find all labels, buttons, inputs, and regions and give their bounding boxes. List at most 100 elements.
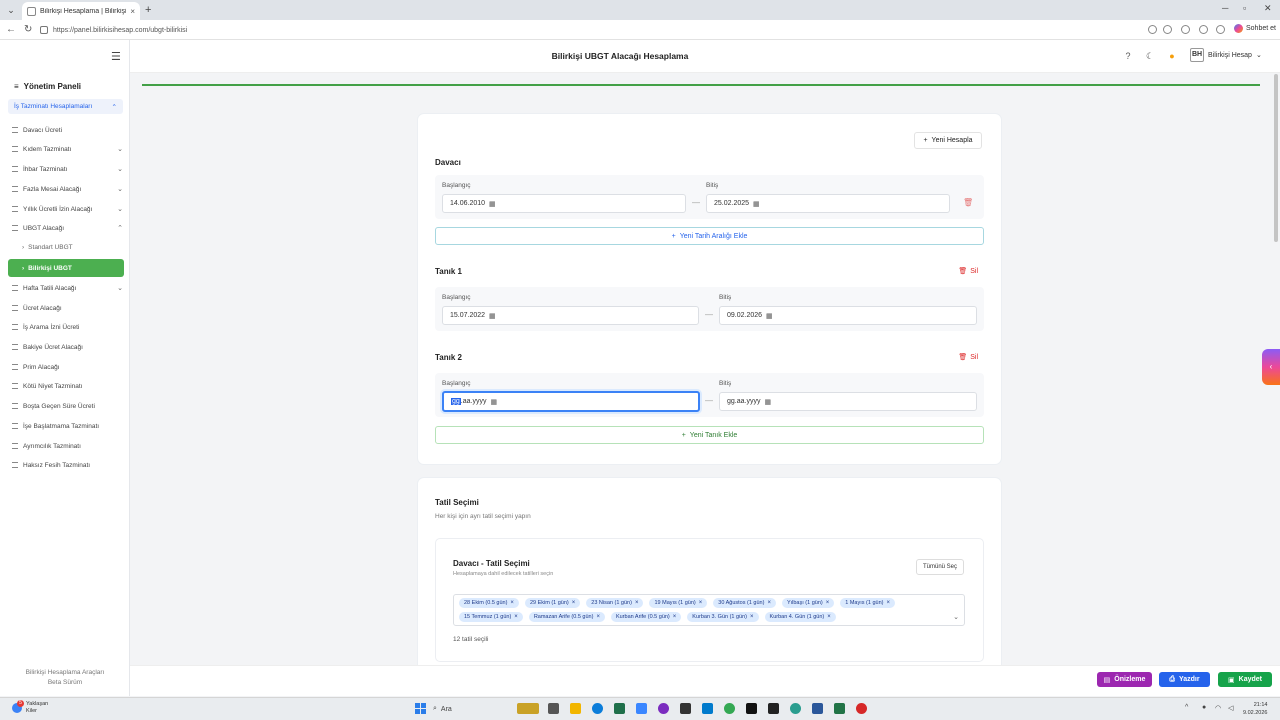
sidebar-subitem-standart-ubgt[interactable]: › Standart UBGT — [22, 244, 73, 251]
calendar-icon[interactable]: ▦ — [764, 398, 771, 406]
more-icon[interactable] — [1216, 25, 1225, 34]
app-icon[interactable] — [680, 703, 691, 714]
profile-icon[interactable] — [1199, 25, 1208, 34]
tray-chevron-icon[interactable]: ^ — [1185, 704, 1188, 711]
remove-chip-icon[interactable]: × — [886, 600, 890, 606]
sidebar-item[interactable]: İş Arama İzni Ücreti — [12, 320, 123, 334]
save-button[interactable]: ▣ Kaydet — [1218, 672, 1272, 687]
holiday-multiselect[interactable]: 28 Ekim (0.5 gün) × 29 Ekim (1 gün) × 23 N… — [453, 594, 965, 626]
sidebar-item[interactable]: Kıdem Tazminatı ⌄ — [12, 142, 123, 156]
edge-icon[interactable] — [592, 703, 603, 714]
reload-icon[interactable]: ↻ — [24, 24, 32, 36]
tanik-1-start-date-input[interactable]: 15.07.2022 ▦ — [442, 306, 699, 325]
favorite-icon[interactable] — [1163, 25, 1172, 34]
sidebar-item[interactable]: Davacı Ücreti — [12, 123, 123, 137]
sidebar-item[interactable]: Yıllık Ücretli İzin Alacağı ⌄ — [12, 202, 123, 216]
help-icon[interactable]: ? — [1123, 51, 1133, 61]
system-clock[interactable]: 21:14 9.02.2026 — [1243, 701, 1267, 717]
remove-chip-icon[interactable]: × — [750, 614, 754, 620]
add-date-range-button[interactable]: + Yeni Tarih Aralığı Ekle — [435, 227, 984, 245]
app-icon[interactable] — [856, 703, 867, 714]
taskbar-search[interactable]: ⌕ Ara — [433, 702, 513, 716]
new-tab-button[interactable]: + — [145, 3, 151, 17]
app-icon[interactable] — [768, 703, 779, 714]
remove-chip-icon[interactable]: × — [767, 600, 771, 606]
calendar-icon[interactable]: ▦ — [489, 312, 496, 320]
app-icon[interactable] — [636, 703, 647, 714]
dark-mode-icon[interactable]: ☾ — [1145, 51, 1155, 61]
app-icon[interactable] — [812, 703, 823, 714]
app-icon[interactable] — [614, 703, 625, 714]
sidebar-item[interactable]: İşe Başlatmama Tazminatı — [12, 419, 123, 433]
sidebar-item[interactable]: Haksız Fesih Tazminatı — [12, 458, 123, 472]
user-menu[interactable]: BH Bilirkişi Hesap ⌄ — [1190, 48, 1262, 62]
select-all-button[interactable]: Tümünü Seç — [916, 559, 964, 575]
sidebar-item[interactable]: Ayrımcılık Tazminatı — [12, 439, 123, 453]
remove-chip-icon[interactable]: × — [699, 600, 703, 606]
side-panel-toggle[interactable]: ‹ — [1262, 349, 1280, 385]
notification-bell-icon[interactable]: ● — [1167, 51, 1177, 61]
sidebar-item-bilirkisi-ubgt[interactable]: › Bilirkişi UBGT — [8, 259, 124, 277]
remove-chip-icon[interactable]: × — [596, 614, 600, 620]
sidebar-item[interactable]: İhbar Tazminatı ⌄ — [12, 162, 123, 176]
delete-tanik-2-button[interactable]: 🗑 Sil — [958, 353, 978, 362]
sidebar-item[interactable]: Hafta Tatili Alacağı ⌄ — [12, 281, 123, 295]
chevron-down-icon[interactable]: ⌄ — [953, 613, 959, 621]
site-info-icon[interactable] — [40, 26, 48, 34]
tab-list-icon[interactable]: ⌄ — [4, 3, 18, 17]
back-icon[interactable]: ← — [6, 24, 16, 36]
calendar-icon[interactable]: ▦ — [490, 398, 497, 406]
print-button[interactable]: ⎙ Yazdır — [1159, 672, 1210, 687]
file-explorer-icon[interactable] — [570, 703, 581, 714]
task-view-icon[interactable] — [548, 703, 559, 714]
remove-chip-icon[interactable]: × — [827, 614, 831, 620]
davaci-end-date-input[interactable]: 25.02.2025 ▦ — [706, 194, 950, 213]
vscode-icon[interactable] — [702, 703, 713, 714]
favorites-bar-icon[interactable] — [1181, 25, 1190, 34]
hamburger-menu-icon[interactable]: ☰ — [111, 50, 121, 63]
add-witness-button[interactable]: + Yeni Tanık Ekle — [435, 426, 984, 444]
maximize-icon[interactable]: ▫ — [1243, 3, 1246, 13]
volume-icon[interactable]: ◁ — [1228, 704, 1233, 712]
calendar-icon[interactable]: ▦ — [489, 200, 496, 208]
zoom-icon[interactable] — [1148, 25, 1157, 34]
app-icon[interactable] — [790, 703, 801, 714]
window-close-icon[interactable]: ✕ — [1264, 3, 1272, 14]
browser-tab[interactable]: Bilirkişi Hesaplama | Bilirkişi UBGT × — [22, 2, 140, 20]
sidebar-item[interactable]: Boşta Geçen Süre Ücreti — [12, 399, 123, 413]
calendar-icon[interactable]: ▦ — [766, 312, 773, 320]
remove-chip-icon[interactable]: × — [673, 614, 677, 620]
start-menu-icon[interactable] — [415, 703, 426, 714]
davaci-start-date-input[interactable]: 14.06.2010 ▦ — [442, 194, 686, 213]
widgets-button[interactable]: 5 Yaklaşan Kiler — [12, 700, 48, 715]
sidebar-group-is-tazminati[interactable]: İş Tazminatı Hesaplamaları ⌃ — [8, 99, 123, 114]
sidebar-item[interactable]: Prim Alacağı — [12, 360, 123, 374]
remove-chip-icon[interactable]: × — [510, 600, 514, 606]
tanik-2-start-date-input[interactable]: gg.aa.yyyy ▦ — [442, 391, 700, 412]
sidebar-item[interactable]: UBGT Alacağı ⌃ — [12, 221, 123, 235]
chrome-icon[interactable] — [724, 703, 735, 714]
remove-chip-icon[interactable]: × — [635, 600, 639, 606]
tanik-1-end-date-input[interactable]: 09.02.2026 ▦ — [719, 306, 977, 325]
tab-close-icon[interactable]: × — [130, 7, 135, 16]
remove-chip-icon[interactable]: × — [572, 600, 576, 606]
minimize-icon[interactable]: ─ — [1222, 3, 1228, 13]
sidebar-item[interactable]: Bakiye Ücret Alacağı — [12, 340, 123, 354]
sidebar-item[interactable]: Ücret Alacağı — [12, 301, 123, 315]
excel-icon[interactable] — [834, 703, 845, 714]
calendar-icon[interactable]: ▦ — [753, 200, 760, 208]
sidebar-item[interactable]: Kötü Niyet Tazminatı — [12, 379, 123, 393]
microphone-icon[interactable]: ● — [1202, 704, 1206, 711]
delete-tanik-1-button[interactable]: 🗑 Sil — [958, 267, 978, 276]
remove-chip-icon[interactable]: × — [514, 614, 518, 620]
sidebar-item[interactable]: Fazla Mesai Alacağı ⌄ — [12, 182, 123, 196]
wifi-icon[interactable]: ◠ — [1215, 704, 1221, 712]
tanik-2-end-date-input[interactable]: gg.aa.yyyy ▦ — [719, 392, 977, 411]
search-highlight-icon[interactable] — [517, 703, 539, 714]
app-icon[interactable] — [746, 703, 757, 714]
page-scrollbar[interactable] — [1274, 74, 1278, 242]
preview-button[interactable]: ▤ Önizleme — [1097, 672, 1152, 687]
remove-chip-icon[interactable]: × — [826, 600, 830, 606]
new-calculation-button[interactable]: + Yeni Hesapla — [914, 132, 982, 149]
delete-range-icon[interactable]: 🗑 — [963, 198, 973, 207]
